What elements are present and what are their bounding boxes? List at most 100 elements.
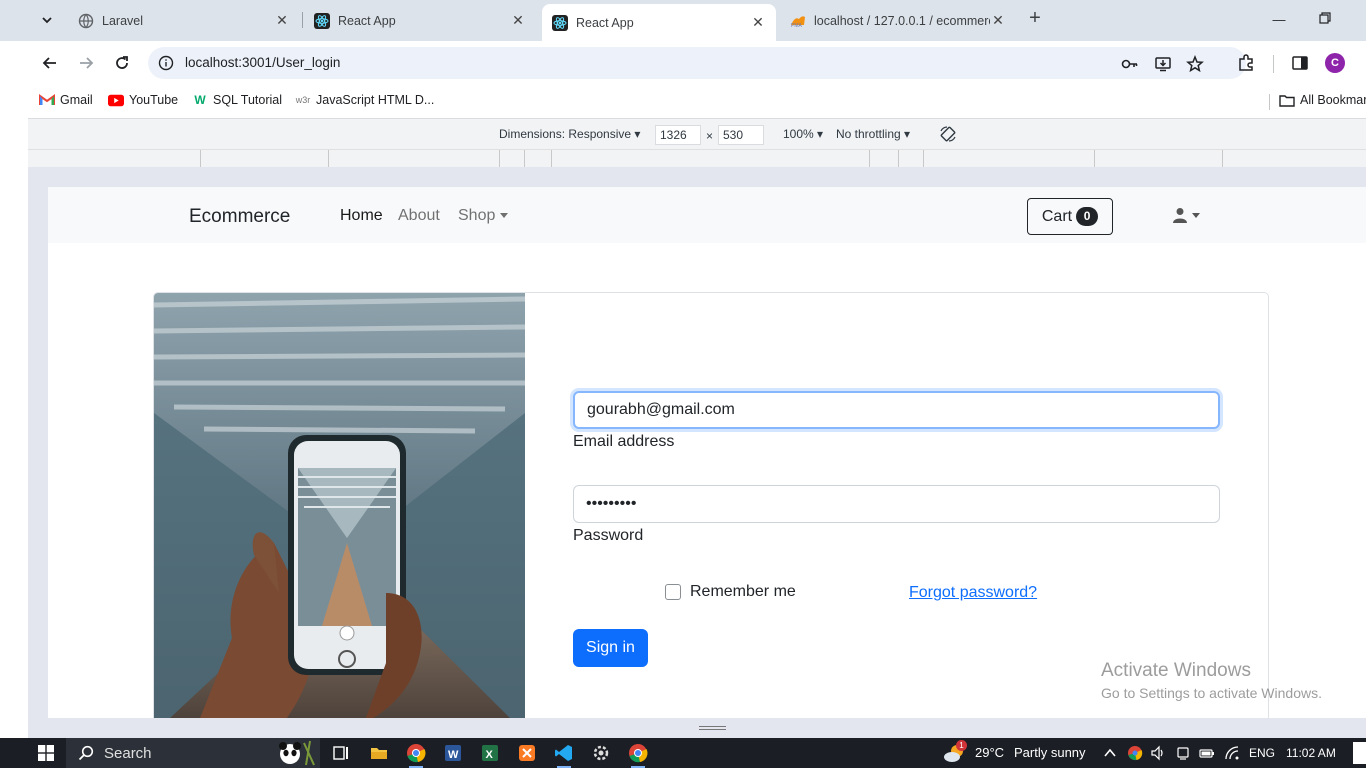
site-brand[interactable]: Ecommerce [189, 206, 290, 228]
bookmarks-divider [1269, 94, 1270, 110]
device-height-input[interactable] [718, 125, 764, 145]
tab-phpmyadmin[interactable]: PMA localhost / 127.0.0.1 / ecommerce ✕ [780, 6, 1016, 35]
zoom-dropdown[interactable]: 100% ▾ [783, 127, 823, 141]
all-bookmarks[interactable]: All Bookmarks [1279, 93, 1366, 107]
tab-separator [302, 12, 303, 28]
nav-about-link[interactable]: About [398, 207, 440, 225]
dimension-times: × [706, 129, 714, 143]
cart-count-badge: 0 [1076, 207, 1099, 226]
new-tab-button[interactable]: + [1024, 8, 1046, 30]
reload-icon [116, 56, 128, 69]
restore-button[interactable] [1313, 8, 1337, 32]
bookmark-sql-tutorial[interactable]: W SQL Tutorial [192, 93, 282, 107]
tab-react-app-1[interactable]: React App ✕ [304, 6, 536, 35]
close-tab-icon[interactable]: ✕ [750, 14, 766, 31]
device-frame-bottom [28, 718, 1366, 738]
password-key-icon[interactable] [1121, 55, 1139, 73]
battery-icon[interactable] [1199, 745, 1215, 761]
wifi-icon[interactable] [1224, 745, 1240, 761]
vscode-icon [555, 745, 572, 761]
clock-time[interactable]: 11:02 AM [1286, 746, 1336, 760]
bookmark-gmail[interactable]: Gmail [39, 93, 93, 107]
email-input[interactable] [573, 391, 1220, 429]
chevron-down-icon [42, 17, 52, 24]
activate-subtitle: Go to Settings to activate Windows. [1101, 685, 1322, 701]
zoom-label: 100% [783, 127, 814, 141]
tab-react-app-active[interactable]: React App ✕ [542, 4, 776, 41]
remember-me-checkbox[interactable] [665, 584, 681, 600]
sign-in-button[interactable]: Sign in [573, 629, 648, 667]
chevron-up-icon[interactable] [1104, 748, 1116, 758]
chrome-tray-icon[interactable] [1127, 745, 1143, 761]
page-viewport: Ecommerce Home About Shop Cart 0 gourabh… [48, 187, 1366, 718]
chrome-taskbar-app[interactable] [406, 743, 426, 768]
chrome-taskbar-app-2[interactable] [628, 743, 648, 768]
tab-laravel[interactable]: Laravel ✕ [68, 6, 300, 35]
bookmark-star-icon[interactable] [1186, 55, 1204, 73]
bookmark-label: Gmail [60, 93, 93, 107]
volume-icon[interactable] [1150, 745, 1166, 761]
device-width-input[interactable] [655, 125, 701, 145]
install-app-icon[interactable] [1154, 55, 1172, 73]
login-hero-image [154, 293, 525, 718]
profile-avatar[interactable]: C [1325, 53, 1345, 73]
address-bar[interactable]: localhost:3001/User_login [148, 47, 1246, 79]
resize-handle[interactable] [699, 726, 726, 730]
url-text[interactable]: localhost:3001/User_login [185, 55, 340, 70]
panda-search-highlight-icon [279, 740, 315, 766]
tab-title: localhost / 127.0.0.1 / ecommerce [814, 13, 990, 28]
forgot-password-link[interactable]: Forgot password? [909, 584, 1037, 602]
caret-down-icon [500, 213, 509, 219]
weather-text[interactable]: Partly sunny [1014, 745, 1086, 760]
remember-me-control[interactable]: Remember me [665, 583, 796, 601]
side-panel-icon[interactable] [1290, 53, 1310, 73]
weather-widget-icon[interactable]: 1 [942, 740, 968, 765]
vscode-taskbar-app[interactable] [554, 743, 574, 768]
windows-activation-watermark: Activate Windows Go to Settings to activ… [1101, 660, 1322, 701]
throttling-label: No throttling [836, 127, 901, 141]
nav-shop-dropdown[interactable]: Shop [458, 207, 509, 225]
site-info-icon[interactable] [158, 55, 174, 71]
minimize-button[interactable]: — [1267, 8, 1291, 32]
throttling-dropdown[interactable]: No throttling ▾ [836, 127, 910, 141]
close-tab-icon[interactable]: ✕ [990, 12, 1006, 29]
bookmarks-bar: Gmail YouTube W SQL Tutorial w3r JavaScr… [28, 85, 1366, 118]
close-tab-icon[interactable]: ✕ [274, 12, 290, 29]
caret-down-icon: ▾ [900, 127, 911, 141]
temperature-text[interactable]: 29°C [975, 745, 1004, 760]
rotate-icon[interactable] [939, 125, 957, 143]
nav-home-link[interactable]: Home [340, 207, 383, 225]
w3schools-icon: W [194, 93, 206, 107]
notification-center-button[interactable] [1353, 742, 1366, 764]
dimensions-dropdown[interactable]: Dimensions: Responsive ▾ [499, 127, 640, 141]
search-icon [78, 745, 94, 761]
language-indicator[interactable]: ENG [1249, 746, 1275, 760]
device-icon[interactable] [1175, 745, 1191, 761]
excel-icon[interactable]: X [480, 743, 500, 763]
phpmyadmin-icon: PMA [791, 15, 805, 29]
tab-search-button[interactable] [34, 7, 60, 33]
file-explorer-icon[interactable] [369, 743, 389, 763]
xampp-icon[interactable] [517, 743, 537, 763]
user-icon [1173, 208, 1187, 223]
forward-button[interactable] [74, 51, 98, 75]
settings-app-icon[interactable] [591, 743, 611, 763]
back-button[interactable] [38, 51, 62, 75]
bookmark-youtube[interactable]: YouTube [108, 93, 178, 107]
all-bookmarks-label: All Bookmarks [1300, 93, 1366, 107]
youtube-icon [108, 93, 124, 107]
reload-button[interactable] [110, 51, 134, 75]
arrow-left-icon [42, 57, 56, 69]
extensions-icon[interactable] [1236, 53, 1256, 73]
globe-icon [78, 13, 94, 28]
cart-button[interactable]: Cart 0 [1027, 198, 1113, 235]
user-menu-dropdown[interactable] [1172, 207, 1200, 223]
taskbar-search-box[interactable]: Search [66, 738, 320, 768]
task-view-icon[interactable] [331, 743, 351, 763]
windows-start-icon[interactable] [38, 745, 54, 761]
media-query-bar[interactable] [28, 149, 1366, 168]
word-icon[interactable]: W [443, 743, 463, 763]
password-input[interactable] [573, 485, 1220, 523]
bookmark-javascript-html[interactable]: w3r JavaScript HTML D... [295, 93, 435, 107]
close-tab-icon[interactable]: ✕ [510, 12, 526, 29]
